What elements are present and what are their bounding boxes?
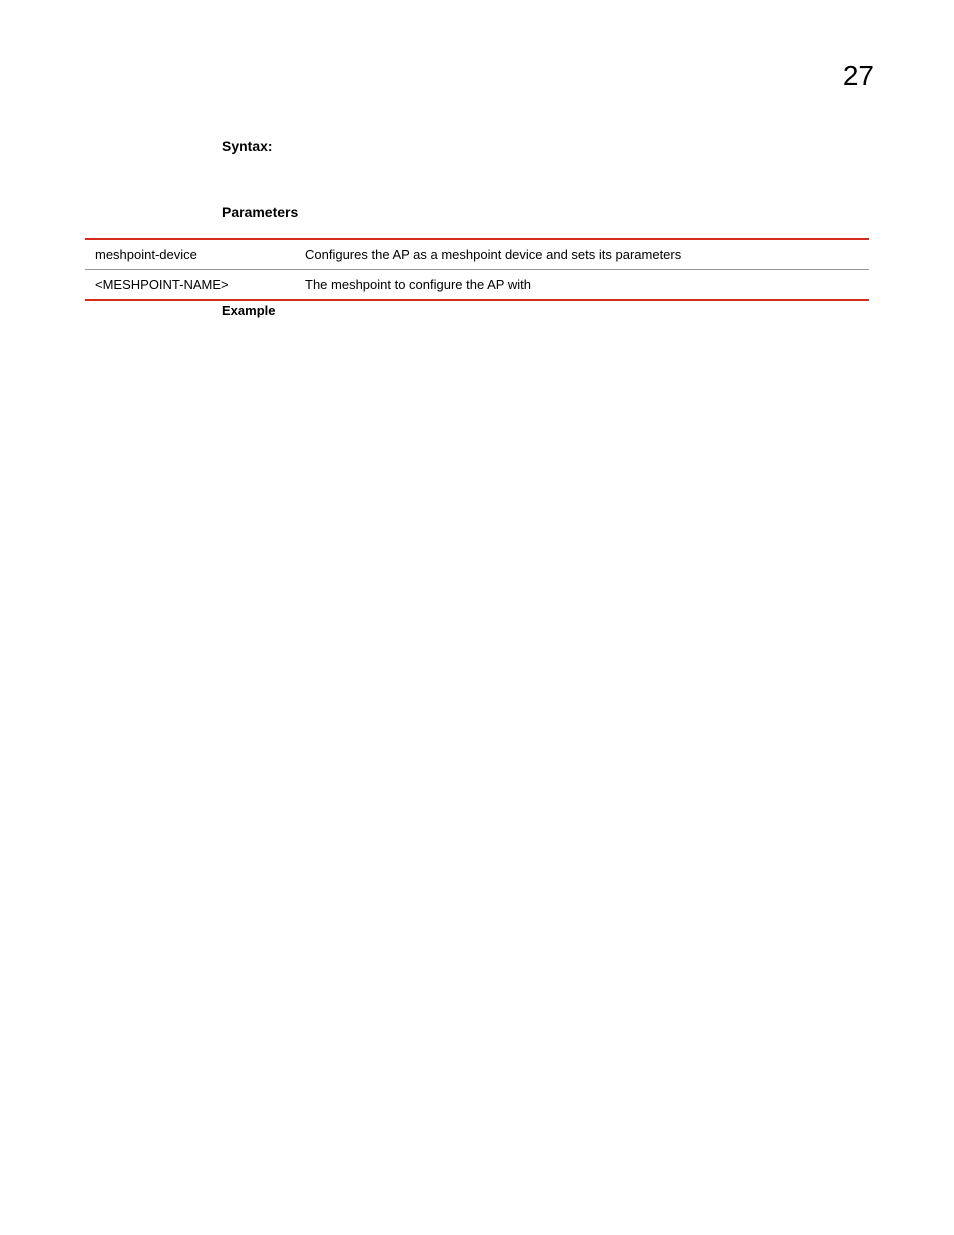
table-row: <MESHPOINT-NAME> The meshpoint to config… (85, 270, 869, 301)
param-name-cell: <MESHPOINT-NAME> (85, 270, 295, 301)
param-desc-cell: Configures the AP as a meshpoint device … (295, 239, 869, 270)
param-name-cell: meshpoint-device (85, 239, 295, 270)
parameters-heading: Parameters (222, 204, 862, 220)
example-heading: Example (222, 303, 275, 318)
page-number: 27 (843, 60, 874, 92)
table-row: meshpoint-device Configures the AP as a … (85, 239, 869, 270)
syntax-heading: Syntax: (222, 138, 862, 154)
content-block: Syntax: Parameters (222, 138, 862, 238)
param-desc-cell: The meshpoint to configure the AP with (295, 270, 869, 301)
parameters-table: meshpoint-device Configures the AP as a … (85, 238, 869, 301)
